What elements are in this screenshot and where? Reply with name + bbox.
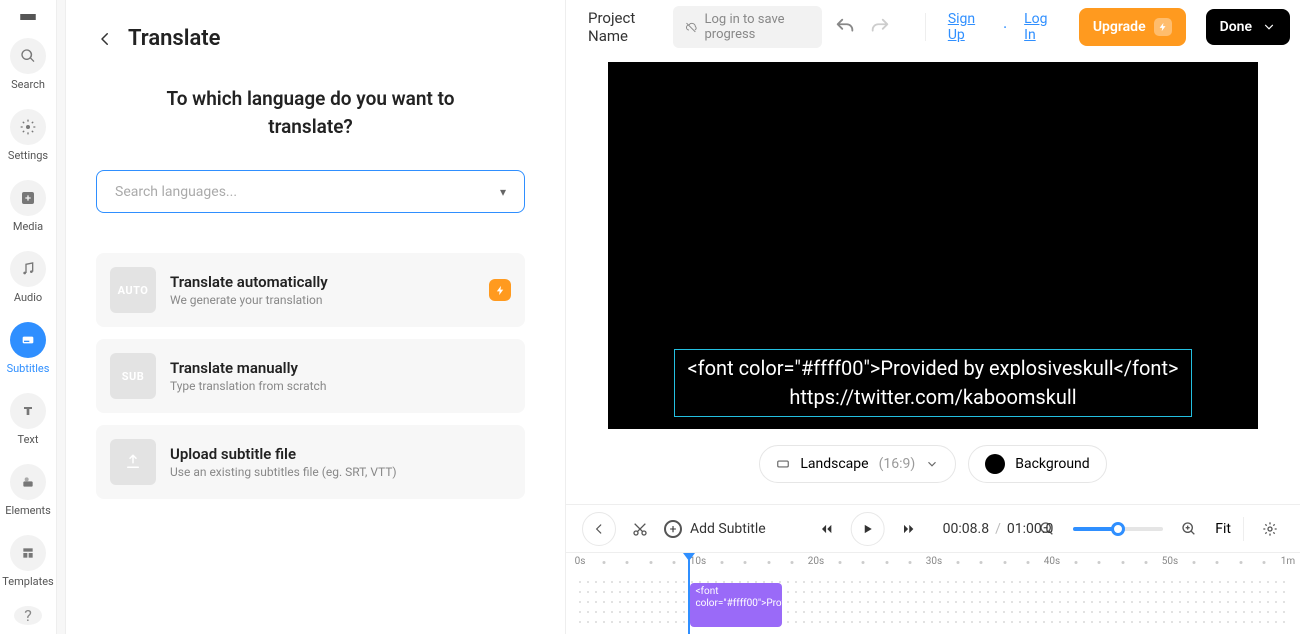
ruler-mark: 0s	[575, 556, 586, 567]
chevron-down-icon	[925, 457, 939, 471]
upload-icon	[110, 439, 156, 485]
panel-question: To which language do you want to transla…	[126, 85, 495, 140]
panel-title: Translate	[128, 26, 221, 51]
collapse-panel-button[interactable]	[582, 512, 616, 546]
option-desc: We generate your translation	[170, 293, 328, 307]
ruler-mark: 30s	[926, 556, 942, 567]
search-icon	[10, 38, 46, 74]
signup-link[interactable]: Sign Up	[948, 11, 986, 43]
menu-button[interactable]	[20, 14, 36, 20]
login-to-save-button[interactable]: Log in to save progress	[673, 6, 823, 48]
option-desc: Use an existing subtitles file (eg. SRT,…	[170, 465, 397, 479]
sidebar-item-search[interactable]: Search	[10, 38, 46, 91]
login-link[interactable]: Log In	[1024, 11, 1055, 43]
skip-back-button[interactable]	[813, 515, 841, 543]
undo-button[interactable]	[834, 13, 856, 41]
add-subtitle-button[interactable]: + Add Subtitle	[664, 520, 766, 538]
sidebar-item-audio[interactable]: Audio	[10, 251, 46, 304]
playhead[interactable]	[688, 553, 690, 634]
timeline-settings-button[interactable]	[1256, 515, 1284, 543]
option-title: Upload subtitle file	[170, 445, 397, 463]
back-button[interactable]	[96, 30, 114, 48]
language-placeholder: Search languages...	[115, 184, 237, 200]
option-desc: Type translation from scratch	[170, 379, 326, 393]
plus-icon	[10, 180, 46, 216]
play-button[interactable]	[851, 512, 885, 546]
chevron-down-icon: ▾	[500, 185, 506, 199]
templates-icon	[10, 535, 46, 571]
sidebar-item-elements[interactable]: Elements	[5, 464, 51, 517]
zoom-slider[interactable]	[1073, 527, 1163, 531]
ruler-mark: 40s	[1044, 556, 1060, 567]
fit-button[interactable]: Fit	[1215, 521, 1231, 537]
option-title: Translate automatically	[170, 273, 328, 291]
text-icon	[10, 393, 46, 429]
ruler-mark: 1m	[1281, 556, 1295, 567]
option-translate-manual[interactable]: SUB Translate manually Type translation …	[96, 339, 525, 413]
lightning-icon	[489, 279, 511, 301]
option-upload-subtitle[interactable]: Upload subtitle file Use an existing sub…	[96, 425, 525, 499]
sidebar-item-media[interactable]: Media	[10, 180, 46, 233]
sidebar-item-subtitles[interactable]: Subtitles	[7, 322, 50, 375]
auto-badge-icon: AUTO	[110, 267, 156, 313]
chevron-down-icon	[1262, 20, 1276, 34]
subtitles-icon	[10, 322, 46, 358]
sidebar-item-templates[interactable]: Templates	[2, 535, 53, 588]
ruler-mark: 20s	[808, 556, 824, 567]
subtitle-overlay[interactable]: <font color="#ffff00">Provided by explos…	[674, 349, 1192, 417]
sidebar-item-text[interactable]: Text	[10, 393, 46, 446]
redo-button[interactable]	[869, 13, 891, 41]
skip-forward-button[interactable]	[895, 515, 923, 543]
zoom-in-button[interactable]	[1175, 515, 1203, 543]
cloud-off-icon	[685, 20, 697, 35]
settings-icon	[10, 109, 46, 145]
lightning-icon	[1154, 18, 1172, 36]
upgrade-button[interactable]: Upgrade	[1079, 8, 1186, 46]
cut-button[interactable]	[626, 515, 654, 543]
color-swatch	[985, 454, 1005, 474]
elements-icon	[10, 464, 46, 500]
timeline[interactable]: 0s10s20s30s40s50s1m <font color="#ffff00…	[566, 552, 1300, 634]
landscape-icon	[776, 457, 790, 471]
subtitle-clip[interactable]: <font color="#ffff00">Provided	[690, 583, 782, 627]
done-button[interactable]: Done	[1206, 9, 1290, 45]
sidebar-item-settings[interactable]: Settings	[8, 109, 48, 162]
ruler-mark: 50s	[1162, 556, 1178, 567]
plus-icon: +	[664, 520, 682, 538]
background-select[interactable]: Background	[968, 445, 1106, 483]
project-name[interactable]: Project Name	[588, 9, 661, 45]
option-title: Translate manually	[170, 359, 326, 377]
option-translate-auto[interactable]: AUTO Translate automatically We generate…	[96, 253, 525, 327]
aspect-ratio-select[interactable]: Landscape (16:9)	[759, 445, 956, 483]
time-display: 00:08.8/01:00.0	[943, 521, 1054, 537]
sub-badge-icon: SUB	[110, 353, 156, 399]
language-select[interactable]: Search languages... ▾	[96, 170, 525, 213]
help-button[interactable]: ?	[14, 606, 42, 625]
music-icon	[10, 251, 46, 287]
video-preview[interactable]: <font color="#ffff00">Provided by explos…	[608, 62, 1258, 429]
